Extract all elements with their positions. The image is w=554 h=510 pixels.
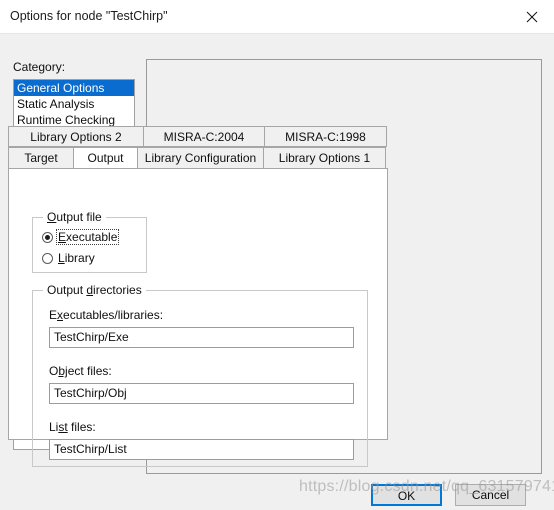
- object-files-label: Object files:: [49, 364, 112, 378]
- tab-label: Library Configuration: [144, 151, 257, 165]
- list-files-input[interactable]: TestChirp/List: [49, 439, 354, 460]
- exec-lib-accel: x: [57, 308, 64, 322]
- output-directories-group-title: Output directories: [43, 283, 146, 297]
- output-file-group: Output file Executable Library: [32, 210, 147, 273]
- output-file-title-rest: utput file: [56, 210, 102, 224]
- output-file-accel: O: [47, 210, 57, 224]
- radio-library-accel: L: [58, 251, 65, 265]
- radio-executable[interactable]: Executable: [42, 229, 120, 245]
- tab-label: MISRA-C:1998: [285, 130, 366, 144]
- output-dirs-title-b: irectories: [93, 283, 142, 297]
- object-files-input[interactable]: TestChirp/Obj: [49, 383, 354, 404]
- output-file-group-title: Output file: [43, 210, 106, 224]
- radio-executable-accel: E: [58, 230, 67, 244]
- cancel-button[interactable]: Cancel: [455, 484, 526, 506]
- dialog-body: Category: General Options Static Analysis…: [0, 34, 554, 510]
- tab-row-top: Library Options 2 MISRA-C:2004 MISRA-C:199…: [8, 126, 388, 147]
- tab-label: Library Options 1: [278, 151, 371, 165]
- close-icon: [526, 11, 538, 23]
- radio-executable-label: Executable: [55, 229, 120, 245]
- object-files-accel: bj: [58, 364, 68, 378]
- tab-output[interactable]: Output: [73, 147, 138, 168]
- tab-library-configuration[interactable]: Library Configuration: [137, 147, 264, 168]
- radio-library-label: Library: [58, 251, 95, 265]
- executables-libraries-label: Executables/libraries:: [49, 308, 164, 322]
- list-files-accel: st: [58, 420, 68, 434]
- category-item-label: Runtime Checking: [17, 113, 116, 127]
- tab-target[interactable]: Target: [8, 147, 74, 168]
- tab-misra-c-2004[interactable]: MISRA-C:2004: [143, 126, 265, 147]
- tab-row-bottom: Target Output Library Configuration Library…: [8, 147, 388, 168]
- tab-label: Output: [87, 151, 124, 165]
- category-item[interactable]: General Options: [14, 80, 134, 96]
- radio-library[interactable]: Library: [42, 250, 96, 266]
- tab-library-options-2[interactable]: Library Options 2: [8, 126, 144, 147]
- close-button[interactable]: [509, 0, 554, 33]
- window-title: Options for node "TestChirp": [10, 9, 168, 23]
- tab-page-output: Output file Executable Library Output di…: [8, 168, 388, 467]
- tab-strip: Library Options 2 MISRA-C:2004 MISRA-C:199…: [8, 126, 388, 168]
- title-bar: Options for node "TestChirp": [0, 0, 554, 34]
- tab-library-options-1[interactable]: Library Options 1: [263, 147, 386, 168]
- list-files-label: List files:: [49, 420, 96, 434]
- category-label: Category:: [13, 60, 66, 74]
- executables-libraries-input[interactable]: TestChirp/Exe: [49, 327, 354, 348]
- tab-label: MISRA-C:2004: [163, 130, 245, 144]
- category-item-label: Static Analysis: [17, 97, 95, 111]
- tab-label: Target: [24, 151, 58, 165]
- radio-executable-indicator: [42, 231, 53, 243]
- radio-library-indicator: [42, 252, 53, 264]
- ok-button[interactable]: OK: [371, 484, 442, 506]
- category-item[interactable]: Static Analysis: [14, 96, 134, 112]
- output-directories-group: Output directories Executables/libraries…: [32, 283, 368, 467]
- output-dirs-title-a: Output: [47, 283, 87, 297]
- tab-misra-c-1998[interactable]: MISRA-C:1998: [264, 126, 387, 147]
- category-item-label: General Options: [17, 81, 105, 95]
- tab-label: Library Options 2: [30, 130, 122, 144]
